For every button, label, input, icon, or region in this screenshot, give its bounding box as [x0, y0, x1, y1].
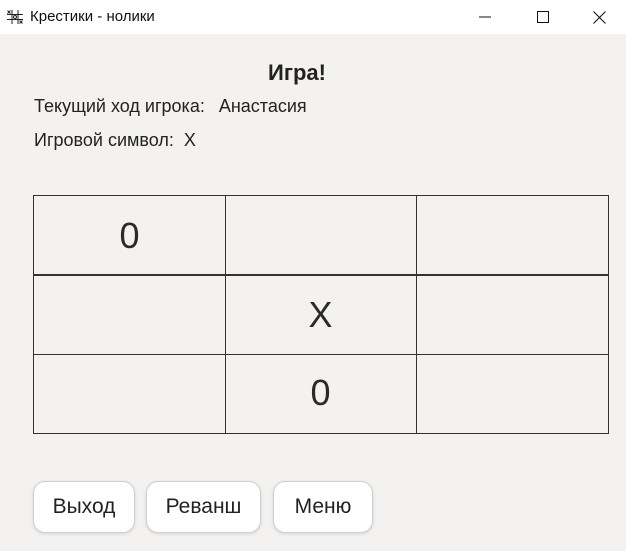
- board-cell-r1-c1[interactable]: 0: [34, 196, 225, 275]
- menu-button[interactable]: Меню: [273, 481, 373, 533]
- app-icon: [7, 10, 23, 24]
- title-bar: Крестики - нолики: [0, 0, 626, 34]
- current-turn-info: Текущий ход игрока: Анастасия: [34, 96, 307, 117]
- board-cell-r2-c1[interactable]: [34, 275, 225, 354]
- close-icon: [592, 10, 606, 24]
- exit-button[interactable]: Выход: [33, 481, 135, 533]
- board-cell-r3-c2[interactable]: 0: [225, 354, 416, 432]
- maximize-icon: [537, 11, 549, 23]
- game-symbol-info: Игровой символ: X: [34, 130, 196, 151]
- board-cell-r3-c1[interactable]: [34, 354, 225, 432]
- rematch-button[interactable]: Реванш: [146, 481, 261, 533]
- board-cell-r2-c3[interactable]: [416, 275, 607, 354]
- game-symbol-value: X: [183, 130, 196, 150]
- close-button[interactable]: [572, 0, 626, 34]
- game-title: Игра!: [268, 60, 326, 85]
- board-cell-r1-c2[interactable]: [225, 196, 416, 275]
- board-cell-r2-c2[interactable]: X: [225, 275, 416, 354]
- board-cell-r3-c3[interactable]: [416, 354, 607, 432]
- game-window: Крестики - нолики Игра! Текущий ход игро…: [0, 0, 626, 551]
- game-symbol-label: Игровой символ:: [34, 130, 174, 150]
- maximize-button[interactable]: [514, 0, 572, 34]
- current-player-name: Анастасия: [218, 96, 307, 116]
- minimize-icon: [479, 16, 491, 18]
- window-title: Крестики - нолики: [30, 8, 155, 25]
- minimize-button[interactable]: [456, 0, 514, 34]
- current-turn-label: Текущий ход игрока:: [34, 96, 205, 116]
- game-board: 0 X 0: [33, 195, 609, 434]
- board-cell-r1-c3[interactable]: [416, 196, 607, 275]
